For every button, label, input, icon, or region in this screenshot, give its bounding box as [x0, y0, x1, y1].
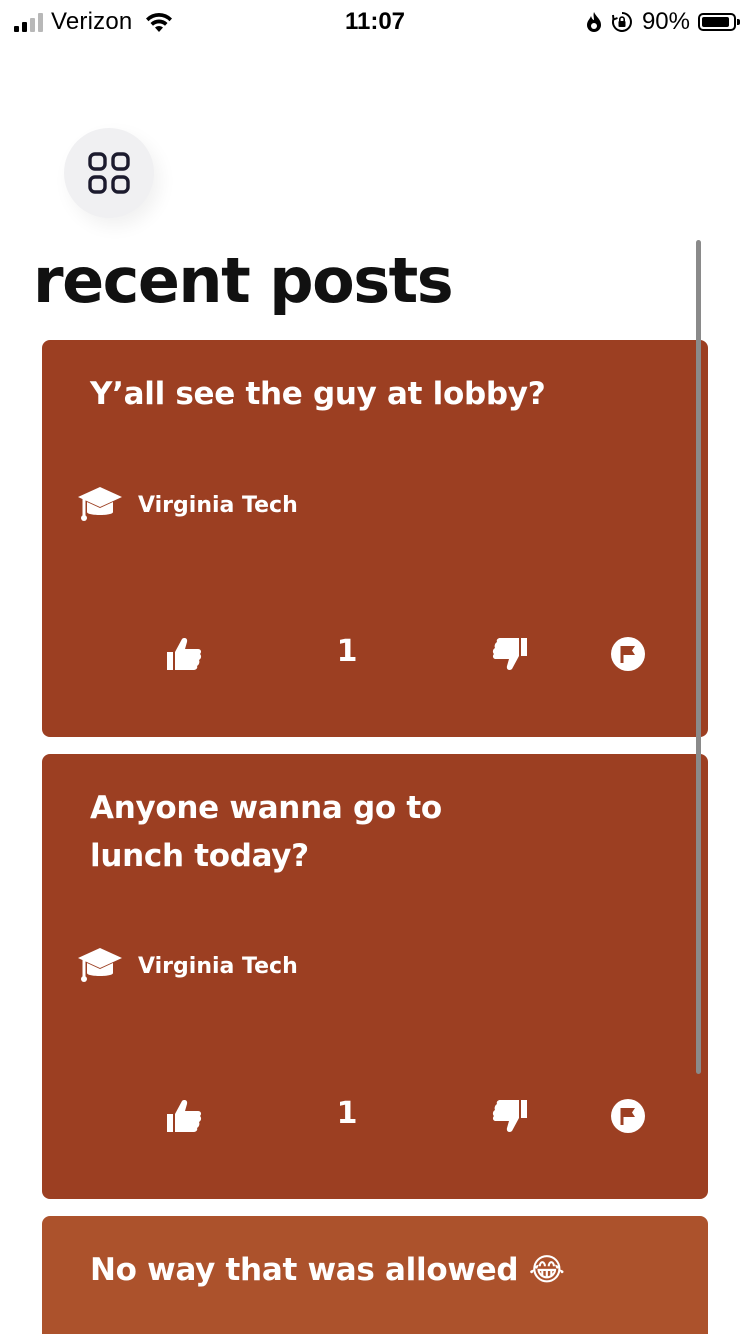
thumbs-up-icon: [167, 638, 202, 670]
flag-button[interactable]: [608, 1096, 648, 1136]
school-name: Virginia Tech: [138, 953, 298, 979]
post-text: No way that was allowed 😂: [90, 1252, 565, 1288]
vote-count: 1: [336, 1096, 358, 1131]
status-right: 90%: [586, 8, 740, 36]
post-text: Anyone wanna go to lunch today?: [90, 790, 442, 874]
dislike-button[interactable]: [490, 1096, 530, 1136]
orientation-lock-icon: [611, 12, 632, 32]
post-card[interactable]: Y’all see the guy at lobby? Virginia Tec…: [42, 340, 708, 737]
post-card[interactable]: No way that was allowed 😂: [42, 1216, 708, 1334]
school-name: Virginia Tech: [138, 492, 298, 518]
post-school: Virginia Tech: [76, 946, 298, 986]
post-school: Virginia Tech: [76, 485, 298, 525]
battery-icon: [698, 13, 740, 31]
graduation-cap-icon: [78, 487, 122, 521]
page-title: recent posts: [33, 244, 454, 317]
status-bar: Verizon 11:07 90%: [0, 0, 750, 42]
scroll-indicator[interactable]: [696, 240, 701, 1074]
flag-icon: [611, 637, 645, 671]
vote-count: 1: [336, 634, 358, 669]
like-button[interactable]: [164, 634, 204, 674]
graduation-cap-icon: [78, 948, 122, 982]
flag-button[interactable]: [608, 634, 648, 674]
post-text: Y’all see the guy at lobby?: [90, 376, 546, 412]
screen: Verizon 11:07 90% recent posts Y’all see…: [0, 0, 750, 1334]
grid-icon: [88, 152, 130, 194]
thumbs-down-icon: [492, 1100, 527, 1132]
like-button[interactable]: [164, 1096, 204, 1136]
battery-fill: [702, 17, 729, 27]
thumbs-down-icon: [492, 638, 527, 670]
hotspot-flame-icon: [586, 12, 601, 32]
flag-icon: [611, 1099, 645, 1133]
post-card[interactable]: Anyone wanna go to lunch today? Virginia…: [42, 754, 708, 1199]
dislike-button[interactable]: [490, 634, 530, 674]
thumbs-up-icon: [167, 1100, 202, 1132]
battery-percent: 90%: [641, 8, 690, 35]
menu-button[interactable]: [64, 128, 154, 218]
